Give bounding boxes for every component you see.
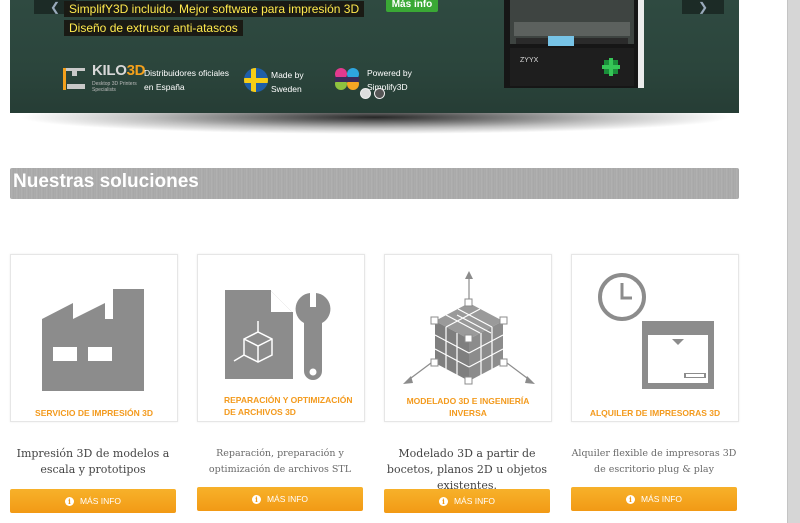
solution-card-printing[interactable]: SERVICIO DE IMPRESIÓN 3D: [10, 254, 178, 422]
more-info-label: MÁS INFO: [79, 496, 122, 506]
info-icon: i: [64, 497, 74, 506]
made-by-text: Made by Sweden: [271, 68, 304, 96]
more-info-button-repair[interactable]: i MÁS INFO: [197, 487, 363, 511]
solution-title: SERVICIO DE IMPRESIÓN 3D: [35, 408, 153, 418]
hero-shadow: [20, 113, 730, 141]
solution-title: ALQUILER DE IMPRESORAS 3D: [589, 408, 721, 418]
distributors-line1: Distribuidores oficiales: [144, 68, 230, 78]
solution-card-rental[interactable]: ALQUILER DE IMPRESORAS 3D: [571, 254, 739, 422]
solution-card-modeling[interactable]: MODELADO 3D E INGENIERÍA INVERSA: [384, 254, 552, 422]
factory-icon: [42, 289, 144, 391]
more-info-label: MÁS INFO: [453, 496, 496, 506]
kilo3d-brand-main: KILO: [92, 62, 127, 79]
slider-dot-1[interactable]: [360, 88, 371, 99]
printer-brand-label: ZYYX: [520, 57, 539, 64]
solution-title: REPARACIÓN Y OPTIMIZACIÓN DE ARCHIVOS 3D: [224, 394, 360, 418]
solution-title-line2: DE ARCHIVOS 3D: [224, 407, 296, 417]
hero-more-info-button[interactable]: Más info: [386, 0, 438, 12]
slider-next-button[interactable]: ❯: [682, 0, 724, 14]
info-icon: i: [625, 495, 635, 504]
made-by-line2: Sweden: [271, 84, 302, 94]
slider-dots: [360, 86, 388, 104]
slider-dot-2[interactable]: [374, 88, 385, 99]
kilo3d-printer-icon: [63, 68, 85, 90]
solution-description: Impresión 3D de modelos a escala y proto…: [16, 447, 170, 476]
more-info-button-printing[interactable]: i MÁS INFO: [10, 489, 176, 513]
powered-by-line1: Powered by: [367, 68, 412, 78]
hero-slider: ❮ ❯ SimplifY3D incluido. Mejor software …: [10, 0, 739, 113]
solution-title: MODELADO 3D E INGENIERÍA INVERSA: [406, 396, 530, 418]
clock-printer-icon: [598, 273, 714, 389]
solution-description: Modelado 3D a partir de bocetos, planos …: [386, 447, 548, 492]
hero-feature-simplify3d: SimplifY3D incluido. Mejor software para…: [64, 1, 365, 17]
distributors-text: Distribuidores oficiales en España: [144, 66, 244, 94]
sweden-flag-icon: [244, 68, 268, 92]
solution-description: Alquiler flexible de impresoras 3D de es…: [571, 448, 737, 475]
solution-title-line1: REPARACIÓN Y OPTIMIZACIÓN: [224, 395, 353, 405]
more-info-button-rental[interactable]: i MÁS INFO: [571, 487, 737, 511]
solution-card-repair[interactable]: REPARACIÓN Y OPTIMIZACIÓN DE ARCHIVOS 3D: [197, 254, 365, 422]
section-header: Nuestras soluciones: [10, 168, 739, 199]
more-info-label: MÁS INFO: [266, 494, 309, 504]
info-icon: i: [438, 497, 448, 506]
page-scrollbar[interactable]: [787, 0, 800, 523]
solution-description: Reparación, preparación y optimización d…: [208, 448, 352, 475]
kilo3d-wordmark: KILO3D: [92, 62, 146, 79]
info-icon: i: [251, 495, 261, 504]
kilo3d-tagline: Desktop 3D Printers Specialists: [92, 81, 137, 93]
hero-feature-extruder: Diseño de extrusor anti-atascos: [64, 20, 243, 36]
more-info-label: MÁS INFO: [640, 494, 683, 504]
kilo3d-brand-accent: 3D: [126, 62, 146, 79]
distributors-line2: en España: [144, 82, 185, 92]
zyyx-printer-image: ZYYX: [504, 0, 644, 88]
simplify3d-logo-icon: [335, 68, 359, 90]
more-info-button-modeling[interactable]: i MÁS INFO: [384, 489, 550, 513]
made-by-line1: Made by: [271, 70, 304, 80]
section-title: Nuestras soluciones: [13, 171, 199, 192]
